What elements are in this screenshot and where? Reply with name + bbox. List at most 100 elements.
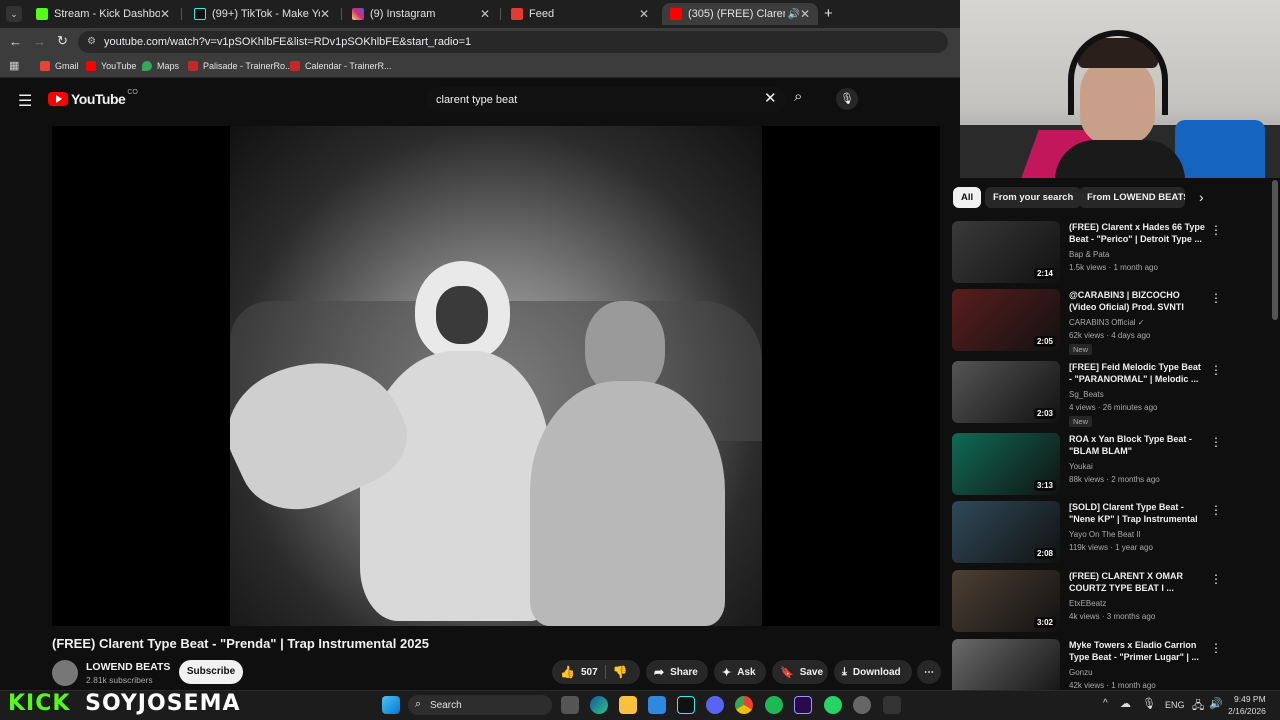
recommendation-channel[interactable]: EtxEBeatz bbox=[1069, 599, 1106, 608]
save-button[interactable]: 🔖 Save bbox=[772, 660, 828, 684]
like-button[interactable]: 👍 507 bbox=[552, 665, 598, 679]
bookmark-palisade[interactable]: Palisade - TrainerRo... bbox=[188, 61, 293, 71]
more-vert-icon[interactable]: ⋮ bbox=[1210, 291, 1222, 305]
channel-name[interactable]: LOWEND BEATS bbox=[86, 661, 170, 673]
recommendation-channel[interactable]: Sg_Beats bbox=[1069, 390, 1104, 399]
video-thumbnail[interactable]: 3:13 bbox=[952, 433, 1060, 495]
tray-chevron-up-icon[interactable]: ^ bbox=[1103, 698, 1108, 709]
chip-all[interactable]: All bbox=[953, 187, 982, 208]
close-tab-icon[interactable]: ✕ bbox=[480, 7, 490, 21]
recommendation-channel[interactable]: Youkai bbox=[1069, 462, 1093, 471]
bookmark-gmail[interactable]: Gmail bbox=[40, 61, 79, 71]
chrome-icon[interactable] bbox=[735, 696, 753, 714]
recommendation-channel[interactable]: Gonzu bbox=[1069, 668, 1093, 677]
video-thumbnail[interactable]: 2:14 bbox=[952, 221, 1060, 283]
close-tab-icon[interactable]: ✕ bbox=[160, 7, 170, 21]
terminal-icon[interactable] bbox=[883, 696, 901, 714]
recommendation-item[interactable]: 2:05 @CARABIN3 | BIZCOCHO (Video Oficial)… bbox=[952, 289, 1232, 355]
recommendation-channel[interactable]: Yayo On The Beat II bbox=[1069, 530, 1141, 539]
sidebar-scrollbar[interactable] bbox=[1272, 180, 1278, 320]
volume-icon[interactable]: 🔊 bbox=[1209, 697, 1223, 710]
menu-hamburger-icon[interactable]: ☰ bbox=[18, 91, 32, 111]
tab-instagram[interactable]: (9) Instagram ✕ bbox=[344, 3, 498, 25]
speaker-icon[interactable]: 🔊 bbox=[787, 9, 799, 20]
clock-date[interactable]: 2/16/2026 bbox=[1228, 706, 1266, 716]
video-thumbnail[interactable]: 2:03 bbox=[952, 361, 1060, 423]
more-actions-button[interactable]: ⋯ bbox=[917, 660, 941, 684]
recommendation-title[interactable]: [SOLD] Clarent Type Beat - "Nene KP" | T… bbox=[1069, 501, 1205, 525]
more-vert-icon[interactable]: ⋮ bbox=[1210, 363, 1222, 377]
bookmark-youtube[interactable]: YouTube bbox=[86, 61, 136, 71]
more-vert-icon[interactable]: ⋮ bbox=[1210, 641, 1222, 655]
chevron-right-icon[interactable]: › bbox=[1199, 189, 1204, 205]
tab-youtube-active[interactable]: (305) (FREE) Clarent Type Beat 🔊 ✕ bbox=[662, 3, 818, 25]
bookmark-maps[interactable]: Maps bbox=[142, 61, 179, 71]
recommendation-title[interactable]: [FREE] Feid Melodic Type Beat - "PARANOR… bbox=[1069, 361, 1205, 385]
edge-browser-icon[interactable] bbox=[590, 696, 608, 714]
recommendation-title[interactable]: (FREE) CLARENT X OMAR COURTZ TYPE BEAT I… bbox=[1069, 570, 1205, 594]
clear-search-icon[interactable]: ✕ bbox=[764, 89, 777, 107]
new-tab-button[interactable]: + bbox=[824, 5, 833, 22]
video-thumbnail[interactable]: 3:02 bbox=[952, 570, 1060, 632]
recommendation-title[interactable]: ROA x Yan Block Type Beat - "BLAM BLAM" bbox=[1069, 433, 1205, 457]
tab-tiktok[interactable]: (99+) TikTok - Make Your Day ✕ bbox=[186, 3, 338, 25]
video-thumbnail[interactable]: 2:08 bbox=[952, 501, 1060, 563]
more-vert-icon[interactable]: ⋮ bbox=[1210, 572, 1222, 586]
close-tab-icon[interactable]: ✕ bbox=[639, 7, 649, 21]
microphone-icon[interactable]: 🎙 bbox=[1142, 697, 1156, 710]
recommendation-item[interactable]: 2:08 [SOLD] Clarent Type Beat - "Nene KP"… bbox=[952, 501, 1232, 567]
close-tab-icon[interactable]: ✕ bbox=[800, 7, 810, 21]
recommendation-item[interactable]: 3:02 (FREE) CLARENT X OMAR COURTZ TYPE BE… bbox=[952, 570, 1232, 636]
tab-search-button[interactable]: ⌄ bbox=[6, 6, 22, 22]
network-icon[interactable]: 🖧 bbox=[1192, 697, 1204, 716]
search-input[interactable]: clarent type beat ✕ bbox=[426, 87, 786, 112]
video-artwork[interactable] bbox=[230, 126, 762, 626]
more-vert-icon[interactable]: ⋮ bbox=[1210, 223, 1222, 237]
tab-kick-dashboard[interactable]: Stream - Kick Dashboard ✕ bbox=[28, 3, 178, 25]
tray-icon[interactable]: ☁ bbox=[1120, 697, 1131, 710]
windows-start-icon[interactable] bbox=[382, 696, 400, 714]
recommendation-title[interactable]: Myke Towers x Eladio Carrion Type Beat -… bbox=[1069, 639, 1205, 663]
close-tab-icon[interactable]: ✕ bbox=[320, 7, 330, 21]
recommendation-title[interactable]: @CARABIN3 | BIZCOCHO (Video Oficial) Pro… bbox=[1069, 289, 1205, 313]
tiktok-app-icon[interactable] bbox=[677, 696, 695, 714]
recommendation-item[interactable]: 2:03 [FREE] Feid Melodic Type Beat - "PAR… bbox=[952, 361, 1232, 427]
youtube-logo[interactable]: YouTube CO bbox=[48, 89, 138, 107]
ask-button[interactable]: ✦ Ask bbox=[714, 660, 766, 684]
more-vert-icon[interactable]: ⋮ bbox=[1210, 503, 1222, 517]
search-icon[interactable]: ⌕ bbox=[794, 88, 802, 105]
recommendation-item[interactable]: 2:14 (FREE) Clarent x Hades 66 Type Beat … bbox=[952, 221, 1232, 287]
language-indicator[interactable]: ENG bbox=[1165, 700, 1185, 710]
discord-icon[interactable] bbox=[706, 696, 724, 714]
forward-arrow-icon[interactable]: → bbox=[33, 34, 46, 49]
premiere-pro-icon[interactable] bbox=[794, 696, 812, 714]
recommendation-channel[interactable]: CARABIN3 Official ✓ bbox=[1069, 318, 1144, 327]
bookmark-calendar[interactable]: Calendar - TrainerR... bbox=[290, 61, 392, 71]
site-info-icon[interactable]: ⚙ bbox=[87, 36, 96, 47]
clock-time[interactable]: 9:49 PM bbox=[1234, 694, 1266, 704]
address-bar[interactable]: ⚙ youtube.com/watch?v=v1pSOKhlbFE&list=R… bbox=[78, 31, 948, 53]
whatsapp-icon[interactable] bbox=[824, 696, 842, 714]
taskbar-search-input[interactable]: ⌕ Search bbox=[408, 695, 552, 715]
recommendation-title[interactable]: (FREE) Clarent x Hades 66 Type Beat - "P… bbox=[1069, 221, 1205, 245]
file-explorer-icon[interactable] bbox=[619, 696, 637, 714]
channel-avatar[interactable] bbox=[52, 660, 78, 686]
recommendation-channel[interactable]: Bap & Pata bbox=[1069, 250, 1109, 259]
voice-search-mic-icon[interactable]: 🎙 bbox=[836, 88, 858, 110]
settings-gear-icon[interactable] bbox=[853, 696, 871, 714]
thumbs-down-icon[interactable]: 👎 bbox=[613, 665, 628, 679]
more-vert-icon[interactable]: ⋮ bbox=[1210, 435, 1222, 449]
chip-from-your-search[interactable]: From your search bbox=[985, 187, 1082, 208]
video-thumbnail[interactable]: 2:05 bbox=[952, 289, 1060, 351]
microsoft-store-icon[interactable] bbox=[648, 696, 666, 714]
spotify-icon[interactable] bbox=[765, 696, 783, 714]
subscribe-button[interactable]: Subscribe bbox=[179, 660, 243, 684]
reload-icon[interactable]: ↻ bbox=[57, 33, 68, 49]
task-view-icon[interactable] bbox=[561, 696, 579, 714]
back-arrow-icon[interactable]: ← bbox=[9, 34, 22, 49]
download-button[interactable]: ⤓ Download bbox=[834, 660, 912, 684]
apps-grid-icon[interactable]: ▦ bbox=[9, 59, 19, 72]
chip-from-channel[interactable]: From LOWEND BEATS bbox=[1079, 187, 1185, 208]
recommendation-item[interactable]: 3:13 ROA x Yan Block Type Beat - "BLAM BL… bbox=[952, 433, 1232, 499]
share-button[interactable]: ➦ Share bbox=[646, 660, 708, 684]
